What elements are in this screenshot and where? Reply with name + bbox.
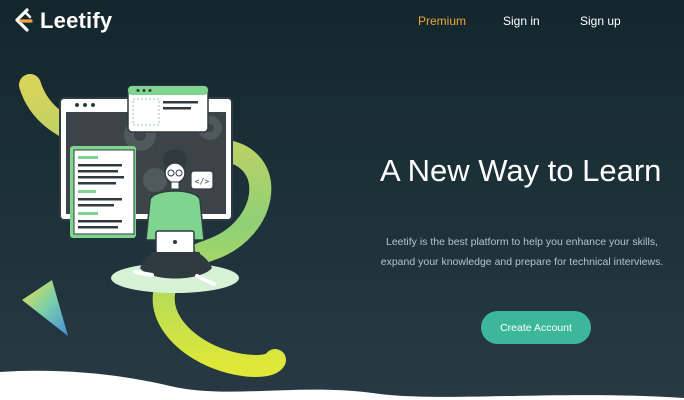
hero-illustration: </> (19, 74, 286, 377)
nav-premium-link[interactable]: Premium (418, 14, 466, 28)
leetify-logo-icon (15, 8, 33, 32)
create-account-button[interactable]: Create Account (481, 311, 591, 344)
code-brackets-icon: </> (190, 170, 214, 190)
laptop-icon (150, 230, 200, 256)
hero-headline: A New Way to Learn (380, 153, 662, 188)
brand-name: Leetify (40, 8, 113, 33)
top-nav: Leetify Premium Sign in Sign up (0, 0, 684, 44)
bottom-wave-divider (0, 370, 684, 400)
prism-shape (22, 280, 68, 336)
brand-logo[interactable]: Leetify (12, 6, 112, 36)
nav-sign-up-link[interactable]: Sign up (580, 14, 621, 28)
svg-text:</>: </> (195, 177, 210, 186)
hero-description: Leetify is the best platform to help you… (380, 236, 664, 268)
nav-sign-in-link[interactable]: Sign in (503, 14, 540, 28)
